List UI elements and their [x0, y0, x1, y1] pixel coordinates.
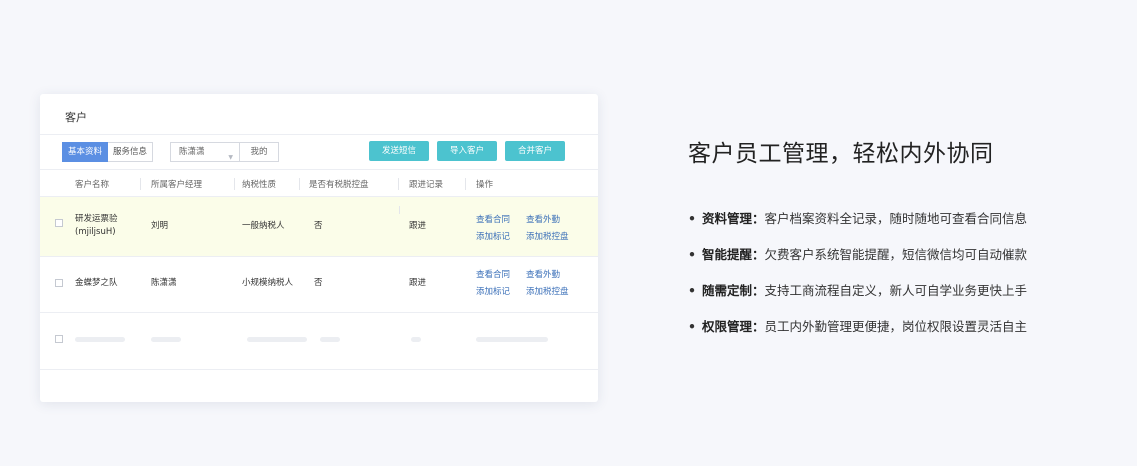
- feature-key: 权限管理：: [702, 319, 765, 334]
- manager-select-value: 陈潇潇: [179, 147, 205, 157]
- skeleton-bar: [476, 337, 548, 342]
- table-header: 客户名称 所属客户经理 纳税性质 是否有税脱控盘 跟进记录 操作: [40, 169, 598, 197]
- bullet-icon: •: [688, 247, 696, 262]
- feature-text: 欠费客户系统智能提醒，短信微信均可自动催款: [764, 247, 1028, 262]
- tax-disk-cell: 否: [314, 221, 323, 231]
- manager-cell: 刘明: [151, 221, 169, 231]
- col-manager: 所属客户经理: [151, 180, 203, 190]
- view-fieldwork-link[interactable]: 查看外勤: [526, 213, 560, 225]
- row-checkbox[interactable]: [55, 335, 63, 343]
- view-contract-link[interactable]: 查看合同: [476, 213, 510, 225]
- view-fieldwork-link[interactable]: 查看外勤: [526, 268, 560, 280]
- col-separator: [234, 178, 235, 190]
- row-checkbox[interactable]: [55, 279, 63, 287]
- add-tax-disk-link[interactable]: 添加税控盘: [526, 230, 569, 242]
- list-item: • 权限管理：员工内外勤管理更便捷，岗位权限设置灵活自主: [688, 316, 1088, 335]
- table-row-placeholder: [40, 313, 598, 370]
- list-item: • 智能提醒：欠费客户系统智能提醒，短信微信均可自动催款: [688, 244, 1088, 263]
- col-separator: [399, 206, 400, 214]
- import-customer-button[interactable]: 导入客户: [437, 141, 497, 161]
- list-item: • 随需定制：支持工商流程自定义，新人可自学业务更快上手: [688, 280, 1088, 299]
- add-mark-link[interactable]: 添加标记: [476, 230, 510, 242]
- customer-panel: 客户 基本资料 服务信息 陈潇潇 ▼ 我的 发送短信 导入客户 合并客户 客户名…: [40, 94, 598, 402]
- bullet-icon: •: [688, 319, 696, 334]
- customer-name-main: 研发运票验: [75, 214, 118, 224]
- skeleton-bar: [320, 337, 340, 342]
- col-separator: [299, 178, 300, 190]
- add-mark-link[interactable]: 添加标记: [476, 285, 510, 297]
- col-tax-disk: 是否有税脱控盘: [309, 180, 369, 190]
- view-contract-link[interactable]: 查看合同: [476, 268, 510, 280]
- table-row: 研发运票验 (mjiljsuH) 刘明 一般纳税人 否 跟进 查看合同 查看外勤…: [40, 197, 598, 257]
- feature-key: 智能提醒：: [702, 247, 765, 262]
- followup-cell: 跟进: [409, 278, 427, 288]
- tax-disk-cell: 否: [314, 278, 323, 288]
- col-customer-name: 客户名称: [75, 180, 110, 190]
- skeleton-bar: [247, 337, 307, 342]
- col-actions: 操作: [476, 180, 494, 190]
- tax-type-cell: 小规模纳税人: [242, 278, 294, 288]
- panel-title: 客户: [65, 111, 87, 124]
- chevron-down-icon: ▼: [228, 154, 233, 161]
- merge-customer-button[interactable]: 合并客户: [505, 141, 565, 161]
- tax-type-cell: 一般纳税人: [242, 221, 285, 231]
- mine-filter-button[interactable]: 我的: [240, 142, 279, 162]
- col-tax-type: 纳税性质: [242, 180, 277, 190]
- tab-service-info[interactable]: 服务信息: [108, 142, 154, 162]
- col-separator: [465, 178, 466, 190]
- customer-name: 研发运票验 (mjiljsuH): [75, 213, 118, 239]
- feature-key: 资料管理：: [702, 211, 765, 226]
- customer-name-sub: (mjiljsuH): [75, 227, 116, 237]
- followup-cell: 跟进: [409, 221, 427, 231]
- skeleton-bar: [411, 337, 421, 342]
- manager-cell: 陈潇潇: [151, 278, 177, 288]
- col-separator: [398, 178, 399, 190]
- col-followup: 跟进记录: [409, 180, 444, 190]
- customer-name: 金蝶梦之队: [75, 278, 118, 288]
- page-heading: 客户员工管理，轻松内外协同: [688, 141, 994, 167]
- table-row: 金蝶梦之队 陈潇潇 小规模纳税人 否 跟进 查看合同 查看外勤 添加标记 添加税…: [40, 257, 598, 313]
- feature-text: 客户档案资料全记录，随时随地可查看合同信息: [764, 211, 1028, 226]
- list-item: • 资料管理：客户档案资料全记录，随时随地可查看合同信息: [688, 208, 1088, 227]
- feature-text: 支持工商流程自定义，新人可自学业务更快上手: [764, 283, 1028, 298]
- feature-text: 员工内外勤管理更便捷，岗位权限设置灵活自主: [764, 319, 1028, 334]
- feature-key: 随需定制：: [702, 283, 765, 298]
- divider: [40, 134, 598, 135]
- skeleton-bar: [151, 337, 181, 342]
- manager-select[interactable]: 陈潇潇 ▼: [170, 142, 240, 162]
- add-tax-disk-link[interactable]: 添加税控盘: [526, 285, 569, 297]
- skeleton-bar: [75, 337, 125, 342]
- send-sms-button[interactable]: 发送短信: [369, 141, 429, 161]
- bullet-icon: •: [688, 211, 696, 226]
- col-separator: [140, 178, 141, 190]
- info-segment: 基本资料 服务信息: [62, 142, 154, 162]
- bullet-icon: •: [688, 283, 696, 298]
- row-checkbox[interactable]: [55, 219, 63, 227]
- tab-basic-info[interactable]: 基本资料: [62, 142, 109, 162]
